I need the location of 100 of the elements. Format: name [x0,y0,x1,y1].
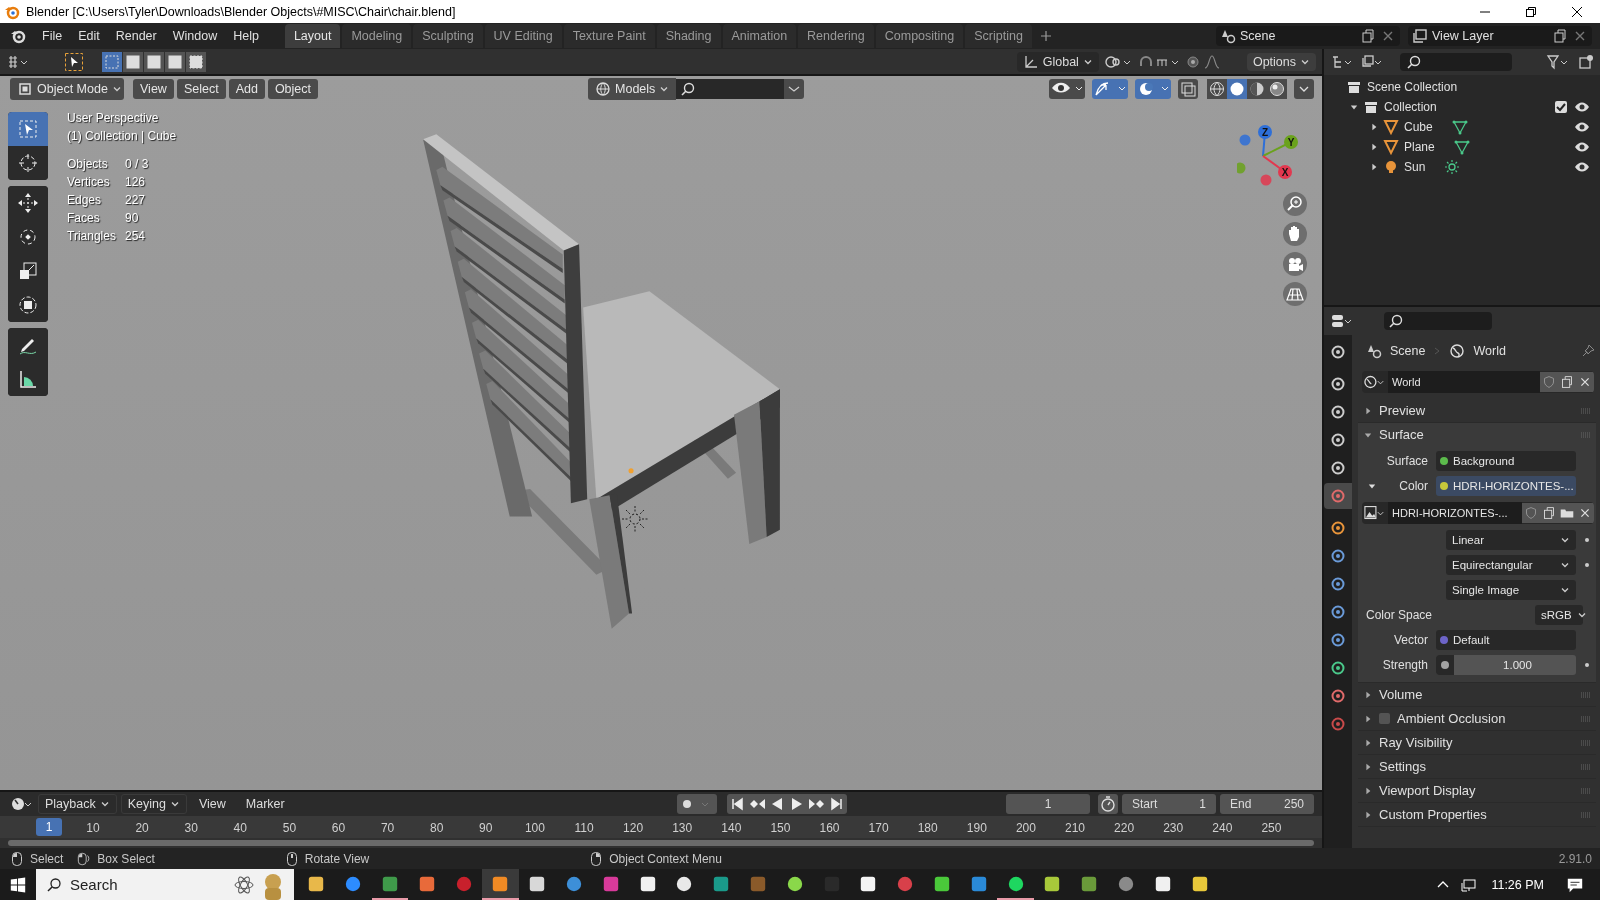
clock-icon[interactable] [10,796,34,812]
socket-dropdown[interactable]: Default [1436,630,1576,650]
collapsed-arrow-icon[interactable] [1364,786,1372,795]
stopwatch-icon[interactable] [1098,794,1118,814]
collapsed-arrow-icon[interactable] [1370,163,1378,171]
restore-icon[interactable] [1525,5,1537,18]
collapsed-arrow-icon[interactable] [1364,714,1372,723]
collapsed-arrow-icon[interactable] [1364,690,1372,699]
workspace-tab[interactable]: Layout [284,24,341,48]
grid-icon[interactable] [1283,282,1307,306]
workspace-tab[interactable]: Sculpting [413,24,483,48]
number-field[interactable]: 1.000 [1436,655,1576,675]
navigation-gizmo[interactable]: Z Y X [1237,120,1307,192]
xray-toggle-icon[interactable] [1178,79,1198,99]
mode-dropdown[interactable]: Object Mode [10,78,124,100]
hand-icon[interactable] [1283,222,1307,246]
expanded-arrow-icon[interactable] [1350,103,1358,111]
expanded-arrow-icon[interactable] [1364,430,1372,439]
camera-icon[interactable] [1283,252,1307,276]
collapsed-arrow-icon[interactable] [1364,810,1372,819]
close-icon[interactable] [1571,5,1583,18]
collapsed-arrow-icon[interactable] [1370,143,1378,151]
menu-item[interactable]: Help [225,26,267,46]
workspace-tab[interactable]: Shading [656,24,721,48]
scrollbar[interactable] [8,840,1314,846]
shading-mode-icon[interactable] [1207,79,1227,99]
workspace-tab[interactable]: Scripting [965,24,1032,48]
tree-item[interactable]: Collection [1384,100,1437,114]
tree-item[interactable]: Sun [1404,160,1426,174]
current-frame-field[interactable]: 1 [1006,794,1090,814]
collapsed-arrow-icon[interactable] [1364,762,1372,771]
menu-button[interactable]: Select [176,79,226,99]
panel-header[interactable]: Volume [1379,687,1423,702]
drag-handle-icon[interactable] [1580,714,1592,723]
tree-item[interactable]: Scene Collection [1367,80,1458,94]
zoom-icon[interactable] [1283,192,1307,216]
workspace-tab[interactable]: Rendering [798,24,874,48]
start-frame-value[interactable]: 1 [1199,797,1206,811]
workspace-tab[interactable]: Texture Paint [563,24,655,48]
menu-button[interactable]: Object [267,79,318,99]
tree-item[interactable]: Plane [1404,140,1435,154]
workspace-tab[interactable]: Modeling [342,24,412,48]
collapsed-arrow-icon[interactable] [1370,123,1378,131]
menu-dropdown[interactable]: Keying [120,794,187,814]
visibility-icon[interactable] [1049,79,1085,99]
workspace-tab[interactable]: Compositing [875,24,964,48]
drag-handle-icon[interactable] [1580,738,1592,747]
menu-item[interactable]: File [34,26,71,46]
pivot-icon[interactable] [1102,53,1133,70]
socket-dropdown[interactable]: Background [1436,451,1576,471]
search-field[interactable] [1400,53,1512,71]
shading-mode-icon[interactable] [1267,79,1287,99]
record-button-icon[interactable] [676,794,717,814]
panel-header[interactable]: Custom Properties [1379,807,1487,822]
editor-type-icon[interactable] [1330,313,1354,329]
filter-icon[interactable] [1546,54,1570,70]
mesh-data-icon[interactable] [1453,139,1470,155]
panel-header[interactable]: Viewport Display [1379,783,1476,798]
dropdown[interactable]: Equirectangular [1446,555,1576,575]
panel-header[interactable]: Preview [1379,403,1426,418]
panel-header[interactable]: Surface [1379,427,1424,442]
selection-mode-icon[interactable] [123,51,143,72]
menu-item[interactable]: Render [107,26,165,46]
search-field[interactable] [676,79,784,99]
image-name-field[interactable]: HDRI-HORIZONTES-... [1388,502,1522,524]
panel-header[interactable]: Ambient Occlusion [1397,711,1506,726]
playhead[interactable]: 1 [36,818,62,836]
selection-mode-icon[interactable] [144,51,164,72]
keyframe-dot-icon[interactable] [1585,538,1589,542]
drag-handle-icon[interactable] [1580,810,1592,819]
end-frame-value[interactable]: 250 [1283,797,1304,811]
network-icon[interactable] [1461,876,1478,893]
workspace-tab[interactable]: Animation [722,24,797,48]
editor-type-icon[interactable] [6,53,30,70]
menu-item[interactable]: Marker [237,795,293,813]
socket-dropdown[interactable]: HDRI-HORIZONTES-... [1436,476,1576,496]
keyframe-dot-icon[interactable] [1585,663,1589,667]
tree-item[interactable]: Cube [1404,120,1433,134]
display-mode-icon[interactable] [1330,54,1354,70]
menu-item[interactable]: Window [164,26,226,46]
panel-header[interactable]: Settings [1379,759,1426,774]
select-tool-icon[interactable] [64,51,84,72]
workspace-tab[interactable]: UV Editing [484,24,562,48]
world-name-field[interactable]: World [1388,371,1540,393]
search-field[interactable]: Search [36,869,294,900]
dropdown[interactable]: Linear [1446,530,1576,550]
dropdown[interactable]: Single Image [1446,580,1576,600]
menu-item[interactable]: Edit [70,26,108,46]
selection-mode-icon[interactable] [102,51,122,72]
expand-icon[interactable] [784,79,804,99]
drag-handle-icon[interactable] [1580,406,1592,415]
selection-mode-icon[interactable] [186,51,206,72]
view-layer-icon[interactable] [1360,54,1384,70]
shading-options-icon[interactable] [1294,79,1314,99]
shading-mode-icon[interactable] [1247,79,1267,99]
blender-logo-icon[interactable] [10,28,26,44]
collection-dropdown[interactable]: Models [588,78,676,100]
checkbox[interactable] [1379,713,1390,724]
shading-mode-icon[interactable] [1227,79,1247,99]
menu-item[interactable]: View [190,795,234,813]
